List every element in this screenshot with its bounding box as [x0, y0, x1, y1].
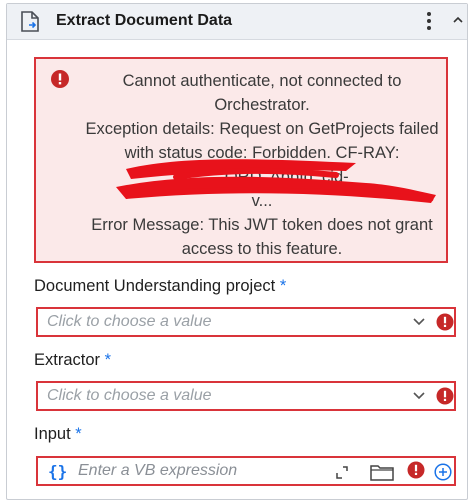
- extractor-placeholder: Click to choose a value: [47, 387, 212, 404]
- input-expression-row: {}: [36, 456, 456, 486]
- error-icon: [436, 387, 454, 405]
- required-marker: *: [279, 277, 287, 295]
- error-icon: [407, 461, 425, 479]
- chevron-down-icon[interactable]: [412, 391, 426, 401]
- extractor-dropdown[interactable]: Click to choose a value: [36, 381, 456, 411]
- vertical-ellipsis-icon[interactable]: [422, 9, 436, 33]
- project-dropdown[interactable]: Click to choose a value: [36, 307, 456, 337]
- error-line: Error Message: This JWT token does not g…: [91, 216, 433, 234]
- error-line: with status code: Forbidden. CF-RAY:: [124, 144, 400, 162]
- error-icon: [51, 70, 69, 88]
- error-line: 8c... ...ORD. AppId: cid-: [175, 168, 349, 186]
- folder-icon[interactable]: [369, 462, 395, 482]
- add-circle-icon[interactable]: [434, 463, 452, 481]
- activity-panel: Extract Document Data Cannot authenticat…: [6, 3, 468, 500]
- chevron-down-icon[interactable]: [412, 317, 426, 327]
- required-marker: *: [75, 425, 82, 443]
- activity-title: Extract Document Data: [56, 12, 233, 29]
- error-line: Orchestrator.: [214, 96, 310, 114]
- error-line: Cannot authenticate, not connected to: [122, 72, 402, 90]
- error-line: Exception details: Request on GetProject…: [85, 120, 439, 138]
- required-marker: *: [104, 351, 112, 369]
- document-icon: [21, 11, 39, 32]
- expand-editor-icon[interactable]: [334, 464, 350, 480]
- extractor-field-label: Extractor *: [34, 351, 112, 369]
- project-field-label: Document Understanding project *: [34, 277, 287, 295]
- error-line: v...: [251, 192, 273, 210]
- chevron-up-icon[interactable]: [451, 11, 465, 29]
- error-line: access to this feature.: [181, 240, 343, 258]
- error-icon: [436, 313, 454, 331]
- expression-braces-icon: {}: [48, 462, 68, 481]
- input-field-label: Input *: [34, 425, 82, 443]
- activity-header[interactable]: Extract Document Data: [7, 4, 467, 40]
- error-message-box: Cannot authenticate, not connected to Or…: [34, 57, 448, 263]
- error-text: Cannot authenticate, not connected to Or…: [82, 69, 442, 261]
- project-placeholder: Click to choose a value: [47, 313, 212, 330]
- vb-expression-input[interactable]: [78, 458, 318, 484]
